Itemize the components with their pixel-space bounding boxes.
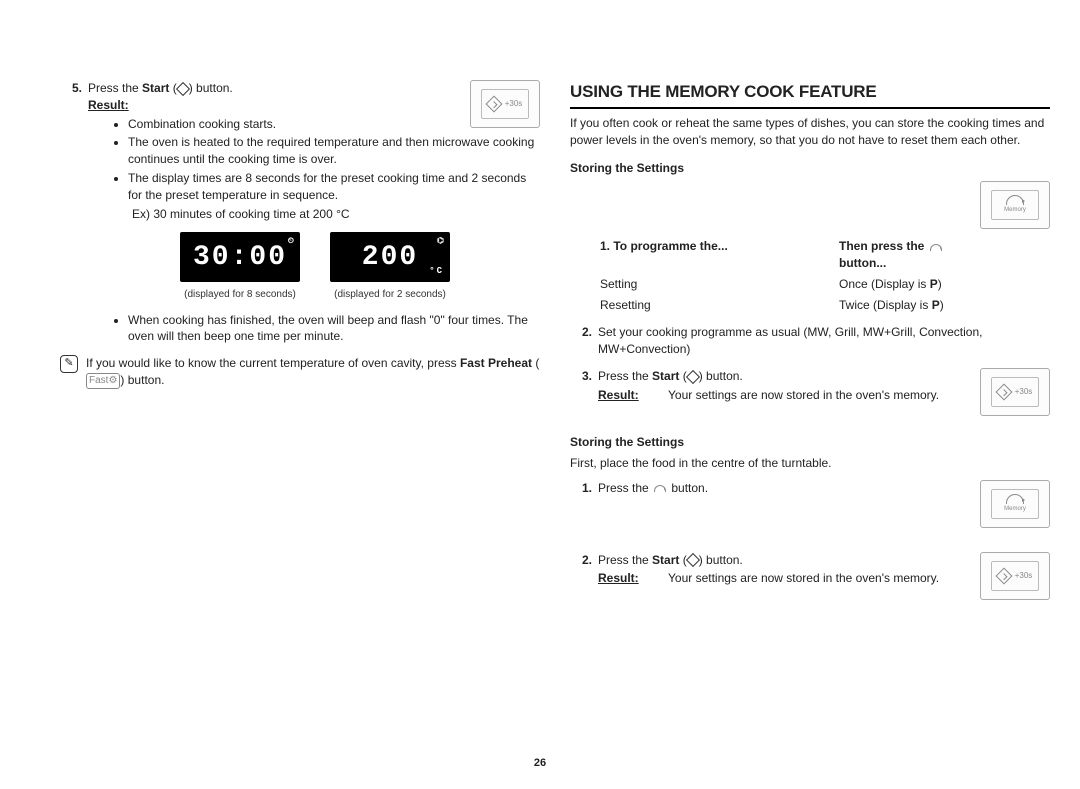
- memory-inline-icon: [930, 244, 942, 251]
- clock-icon: ⏲: [288, 236, 294, 247]
- result-label: Result:: [88, 98, 129, 112]
- fast-preheat-icon: Fast⚙: [86, 373, 120, 389]
- step-text-b: button.: [668, 481, 708, 495]
- plus30s-label: +30s: [1015, 386, 1033, 397]
- start-diamond-icon: [176, 82, 190, 96]
- start-diamond-icon: [686, 370, 700, 384]
- display-p: P: [932, 298, 940, 312]
- memory-button-illustration: Memory: [980, 181, 1050, 229]
- memory-inline-icon: [654, 485, 666, 492]
- result-label: Result:: [598, 570, 658, 587]
- lcd-captions: (displayed for 8 seconds) (displayed for…: [90, 288, 540, 302]
- example-text: Ex) 30 minutes of cooking time at 200 °C: [132, 206, 540, 223]
- start-button-illustration: +30s: [470, 80, 540, 128]
- celsius-mark: °C: [429, 265, 444, 278]
- step-text: Set your cooking programme as usual (MW,…: [598, 324, 1050, 358]
- fast-preheat-label: Fast Preheat: [460, 356, 532, 370]
- storing-settings-heading-2: Storing the Settings: [570, 434, 1050, 451]
- step-text-a: Press the: [598, 369, 652, 383]
- lcd-time: ⏲ 30:00: [180, 232, 300, 281]
- final-bullet: When cooking has finished, the oven will…: [128, 312, 540, 346]
- bullet-item: The oven is heated to the required tempe…: [128, 134, 540, 168]
- step-3: 3. Press the Start () button.: [570, 368, 970, 385]
- step-number: 5.: [60, 80, 88, 114]
- page-content: +30s 5. Press the Start () button. Resul…: [60, 80, 1050, 606]
- memory-button-illustration: Memory: [980, 480, 1050, 528]
- diamond-icon: [995, 567, 1012, 584]
- result-block: Result: Your settings are now stored in …: [598, 570, 970, 587]
- right-column: USING THE MEMORY COOK FEATURE If you oft…: [570, 80, 1050, 606]
- start-label: Start: [652, 369, 679, 383]
- storing2-step-1: 1. Press the button.: [570, 480, 970, 497]
- bullet-item: The display times are 8 seconds for the …: [128, 170, 540, 204]
- table-row1-b: Once (Display is: [839, 277, 930, 291]
- table-row1-a: Setting: [600, 275, 837, 294]
- diamond-icon: [485, 96, 502, 113]
- result-bullets: Combination cooking starts. The oven is …: [128, 116, 540, 204]
- programme-table: 1. To programme the... Then press the bu…: [598, 235, 1078, 316]
- step-text-b: button.: [703, 553, 743, 567]
- caption-time: (displayed for 8 seconds): [180, 288, 300, 302]
- bullet-item: When cooking has finished, the oven will…: [128, 312, 540, 346]
- step-5: 5. Press the Start () button. Result:: [60, 80, 460, 114]
- step-number: 3.: [570, 368, 598, 385]
- result-block: Result: Your settings are now stored in …: [598, 387, 970, 404]
- result-text: Your settings are now stored in the oven…: [668, 387, 939, 404]
- table-col2-header: Then press the: [839, 239, 924, 253]
- storing2-step-2: 2. Press the Start () button.: [570, 552, 970, 569]
- result-label: Result:: [598, 387, 658, 404]
- lcd-temp-value: 200: [362, 242, 418, 273]
- step-number: 2.: [570, 324, 598, 358]
- memory-arc-icon: [1006, 494, 1024, 504]
- display-p: P: [930, 277, 938, 291]
- plus30s-label: +30s: [1015, 570, 1033, 581]
- table-col1-header: To programme the...: [613, 239, 727, 253]
- start-label: Start: [142, 81, 169, 95]
- memory-arc-icon: [1006, 195, 1024, 205]
- note-icon: ✎: [60, 355, 78, 373]
- start-button-illustration: +30s: [980, 552, 1050, 600]
- caption-temp: (displayed for 2 seconds): [330, 288, 450, 302]
- step-number: 1.: [570, 480, 598, 497]
- table-col1-num: 1.: [600, 239, 613, 253]
- note-text-a: If you would like to know the current te…: [86, 356, 460, 370]
- diamond-icon: [995, 383, 1012, 400]
- lcd-time-value: 30:00: [193, 242, 287, 273]
- note: ✎ If you would like to know the current …: [60, 355, 540, 389]
- step-text-tail: button.: [193, 81, 233, 95]
- fan-icon: ⌬: [437, 236, 444, 247]
- section-heading: USING THE MEMORY COOK FEATURE: [570, 80, 1050, 109]
- page-number: 26: [0, 757, 1080, 769]
- intro-text: If you often cook or reheat the same typ…: [570, 115, 1050, 149]
- start-diamond-icon: [686, 553, 700, 567]
- memory-label: Memory: [1004, 505, 1026, 513]
- left-column: +30s 5. Press the Start () button. Resul…: [60, 80, 540, 606]
- step-number: 2.: [570, 552, 598, 569]
- plus30s-label: +30s: [505, 98, 523, 109]
- start-button-illustration: +30s: [980, 368, 1050, 416]
- step-text-b: button.: [703, 369, 743, 383]
- start-label: Start: [652, 553, 679, 567]
- step-text: Press the: [88, 81, 142, 95]
- step-text-a: Press the: [598, 481, 652, 495]
- storing2-intro: First, place the food in the centre of t…: [570, 455, 1050, 472]
- result-text: Your settings are now stored in the oven…: [668, 570, 939, 587]
- lcd-display-row: ⏲ 30:00 ⌬ 200 °C: [90, 232, 540, 281]
- memory-label: Memory: [1004, 206, 1026, 214]
- storing-settings-heading: Storing the Settings: [570, 160, 1050, 177]
- lcd-temp: ⌬ 200 °C: [330, 232, 450, 281]
- step-2: 2. Set your cooking programme as usual (…: [570, 324, 1050, 358]
- note-text-b: button.: [124, 373, 164, 387]
- table-row2-b: Twice (Display is: [839, 298, 932, 312]
- step-text-a: Press the: [598, 553, 652, 567]
- table-row2-a: Resetting: [600, 296, 837, 315]
- table-col2-tail: button...: [839, 256, 886, 270]
